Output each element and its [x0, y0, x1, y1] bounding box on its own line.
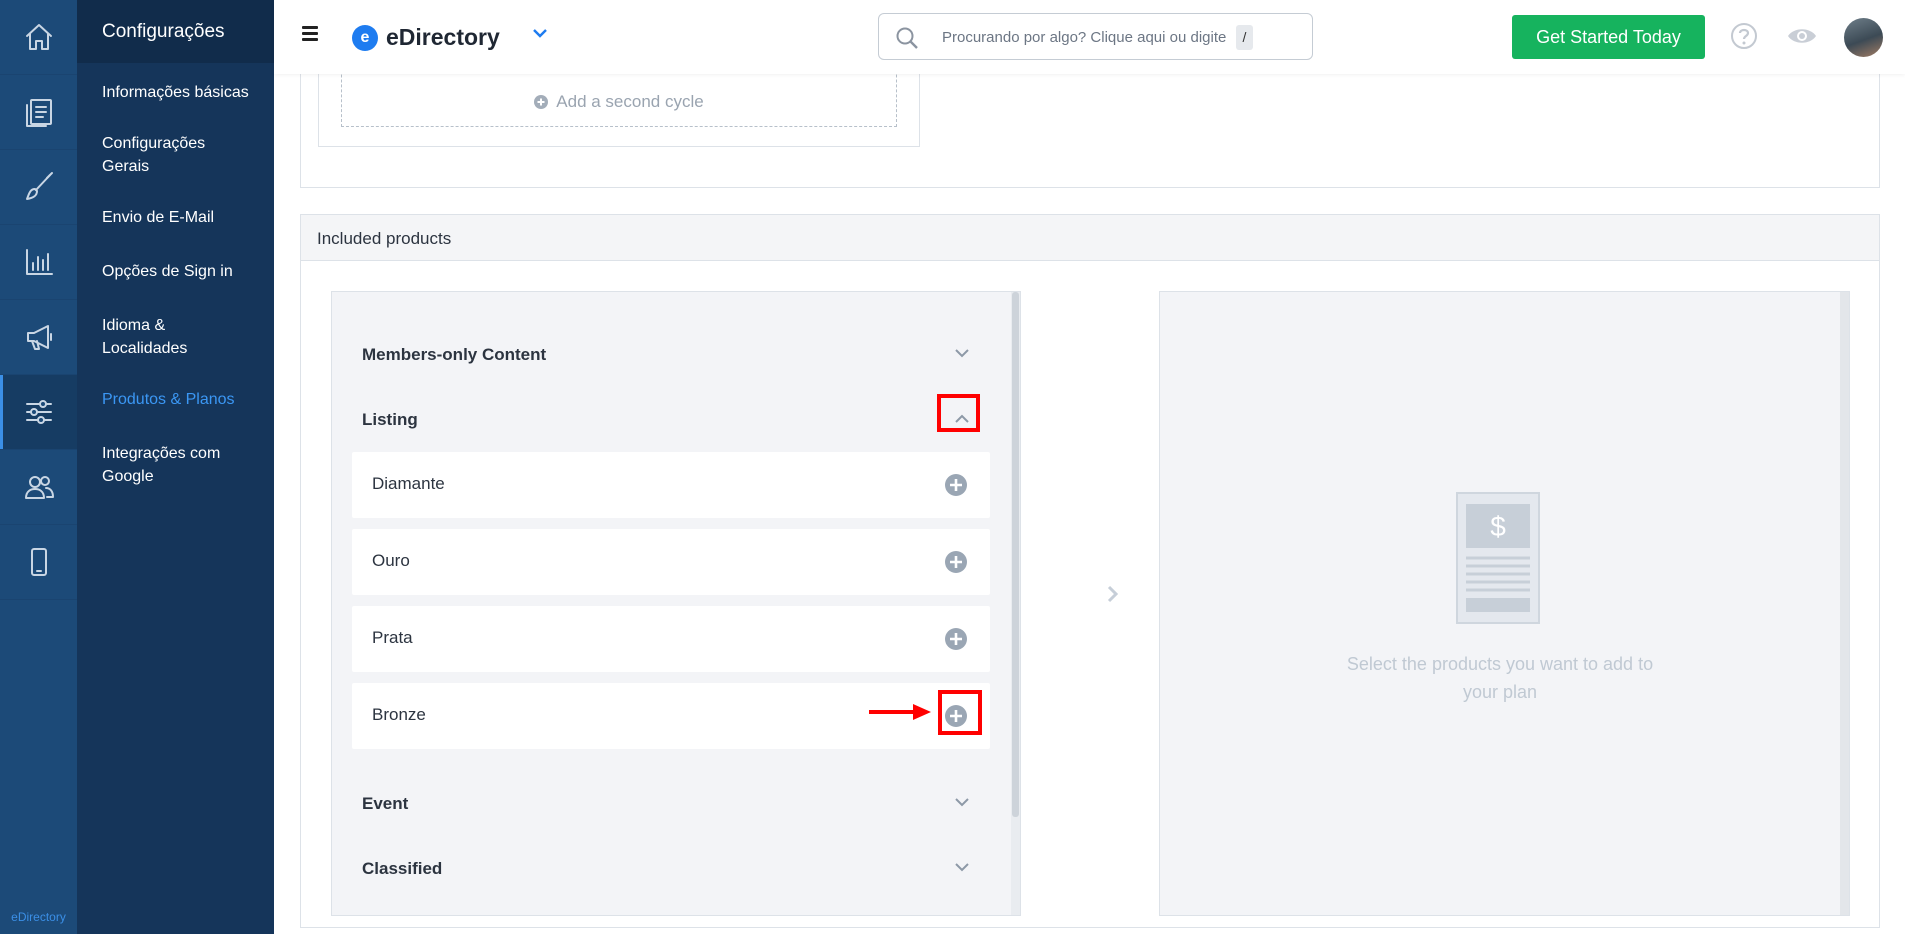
- category-listing[interactable]: Listing: [362, 410, 418, 430]
- sidebar-item-basic-info[interactable]: Informações básicas: [77, 81, 274, 104]
- logo-text: eDirectory: [386, 24, 500, 50]
- sliders-icon: [25, 400, 52, 424]
- search-shortcut-key: /: [1236, 25, 1253, 50]
- product-catalog-panel: Members-only Content Listing Diamante Ou…: [331, 291, 1021, 916]
- bar-chart-icon: [25, 249, 53, 275]
- sidebar-item-email[interactable]: Envio de E-Mail: [77, 206, 274, 229]
- listing-item-label: Bronze: [372, 705, 426, 724]
- chevron-down-icon[interactable]: [955, 349, 969, 358]
- users-icon: [24, 476, 54, 499]
- home-icon: [25, 24, 52, 50]
- scroll-thumb[interactable]: [1012, 292, 1019, 817]
- scrollbar[interactable]: [1840, 292, 1849, 915]
- empty-state-text: Select the products you want to add to y…: [1346, 654, 1654, 702]
- listing-item-label: Prata: [372, 628, 413, 647]
- highlight-box: [937, 394, 980, 432]
- documents-icon: [25, 99, 52, 127]
- chevron-right-icon[interactable]: [1107, 585, 1119, 603]
- add-product-icon[interactable]: [944, 550, 968, 574]
- listing-item-label: Diamante: [372, 474, 445, 493]
- sidebar-item-general-settings[interactable]: Configurações Gerais: [77, 132, 274, 178]
- sidebar-item-products-plans[interactable]: Produtos & Planos: [77, 388, 274, 411]
- sidebar-title: Configurações: [77, 0, 274, 63]
- highlight-box: [938, 690, 982, 735]
- settings-sidebar: Configurações Informações básicas Config…: [77, 0, 274, 934]
- add-product-icon[interactable]: [944, 473, 968, 497]
- sidebar-item-google[interactable]: Integrações com Google: [77, 442, 274, 488]
- selected-products-panel: $ Select the products you want to add to…: [1159, 291, 1850, 916]
- help-icon[interactable]: [1730, 22, 1758, 50]
- rail-item-content[interactable]: [0, 75, 77, 150]
- sidebar-item-language[interactable]: Idioma & Localidades: [77, 314, 274, 360]
- main-content: Add a second cycle Included products Mem…: [274, 0, 1905, 934]
- listing-item: Prata: [352, 606, 990, 672]
- megaphone-icon: [26, 325, 52, 350]
- search-placeholder: Procurando por algo? Clique aqui ou digi…: [942, 29, 1227, 46]
- rail-brand: eDirectory: [11, 910, 66, 924]
- category-event[interactable]: Event: [362, 794, 408, 814]
- section-title: Included products: [301, 215, 1879, 261]
- avatar[interactable]: [1844, 18, 1883, 57]
- brush-icon: [25, 172, 53, 200]
- mobile-icon: [30, 548, 47, 576]
- icon-rail: eDirectory: [0, 0, 77, 934]
- category-classified[interactable]: Classified: [362, 859, 442, 879]
- search-input[interactable]: Procurando por algo? Clique aqui ou digi…: [878, 13, 1313, 60]
- sidebar-item-sign-in[interactable]: Opções de Sign in: [77, 260, 274, 283]
- scrollbar[interactable]: [1011, 292, 1020, 915]
- listing-item: Ouro: [352, 529, 990, 595]
- red-arrow-icon: [869, 704, 931, 720]
- pricing-document-icon: $: [1456, 492, 1540, 624]
- chevron-down-icon[interactable]: [955, 798, 969, 807]
- rail-item-users[interactable]: [0, 450, 77, 525]
- get-started-button[interactable]: Get Started Today: [1512, 15, 1705, 59]
- rail-item-home[interactable]: [0, 0, 77, 75]
- rail-item-settings[interactable]: [0, 375, 77, 450]
- category-members-only[interactable]: Members-only Content: [362, 345, 546, 365]
- rail-item-reports[interactable]: [0, 225, 77, 300]
- search-icon: [896, 27, 918, 49]
- plus-circle-icon: [534, 95, 549, 109]
- included-products-card: Included products Members-only Content L…: [300, 214, 1880, 928]
- top-header: e eDirectory Procurando por algo? Clique…: [274, 0, 1905, 74]
- eye-icon[interactable]: [1786, 25, 1818, 47]
- rail-item-promote[interactable]: [0, 300, 77, 375]
- hamburger-menu-icon[interactable]: [302, 26, 318, 41]
- chevron-down-icon[interactable]: [955, 863, 969, 872]
- add-product-icon[interactable]: [944, 627, 968, 651]
- chevron-down-icon[interactable]: [532, 28, 548, 38]
- brand-logo[interactable]: e eDirectory: [352, 24, 500, 51]
- logo-mark: e: [352, 24, 378, 51]
- rail-item-mobile[interactable]: [0, 525, 77, 600]
- listing-item: Diamante: [352, 452, 990, 518]
- add-cycle-label: Add a second cycle: [556, 92, 704, 111]
- svg-text:$: $: [1490, 511, 1506, 542]
- rail-item-design[interactable]: [0, 150, 77, 225]
- listing-item-label: Ouro: [372, 551, 410, 570]
